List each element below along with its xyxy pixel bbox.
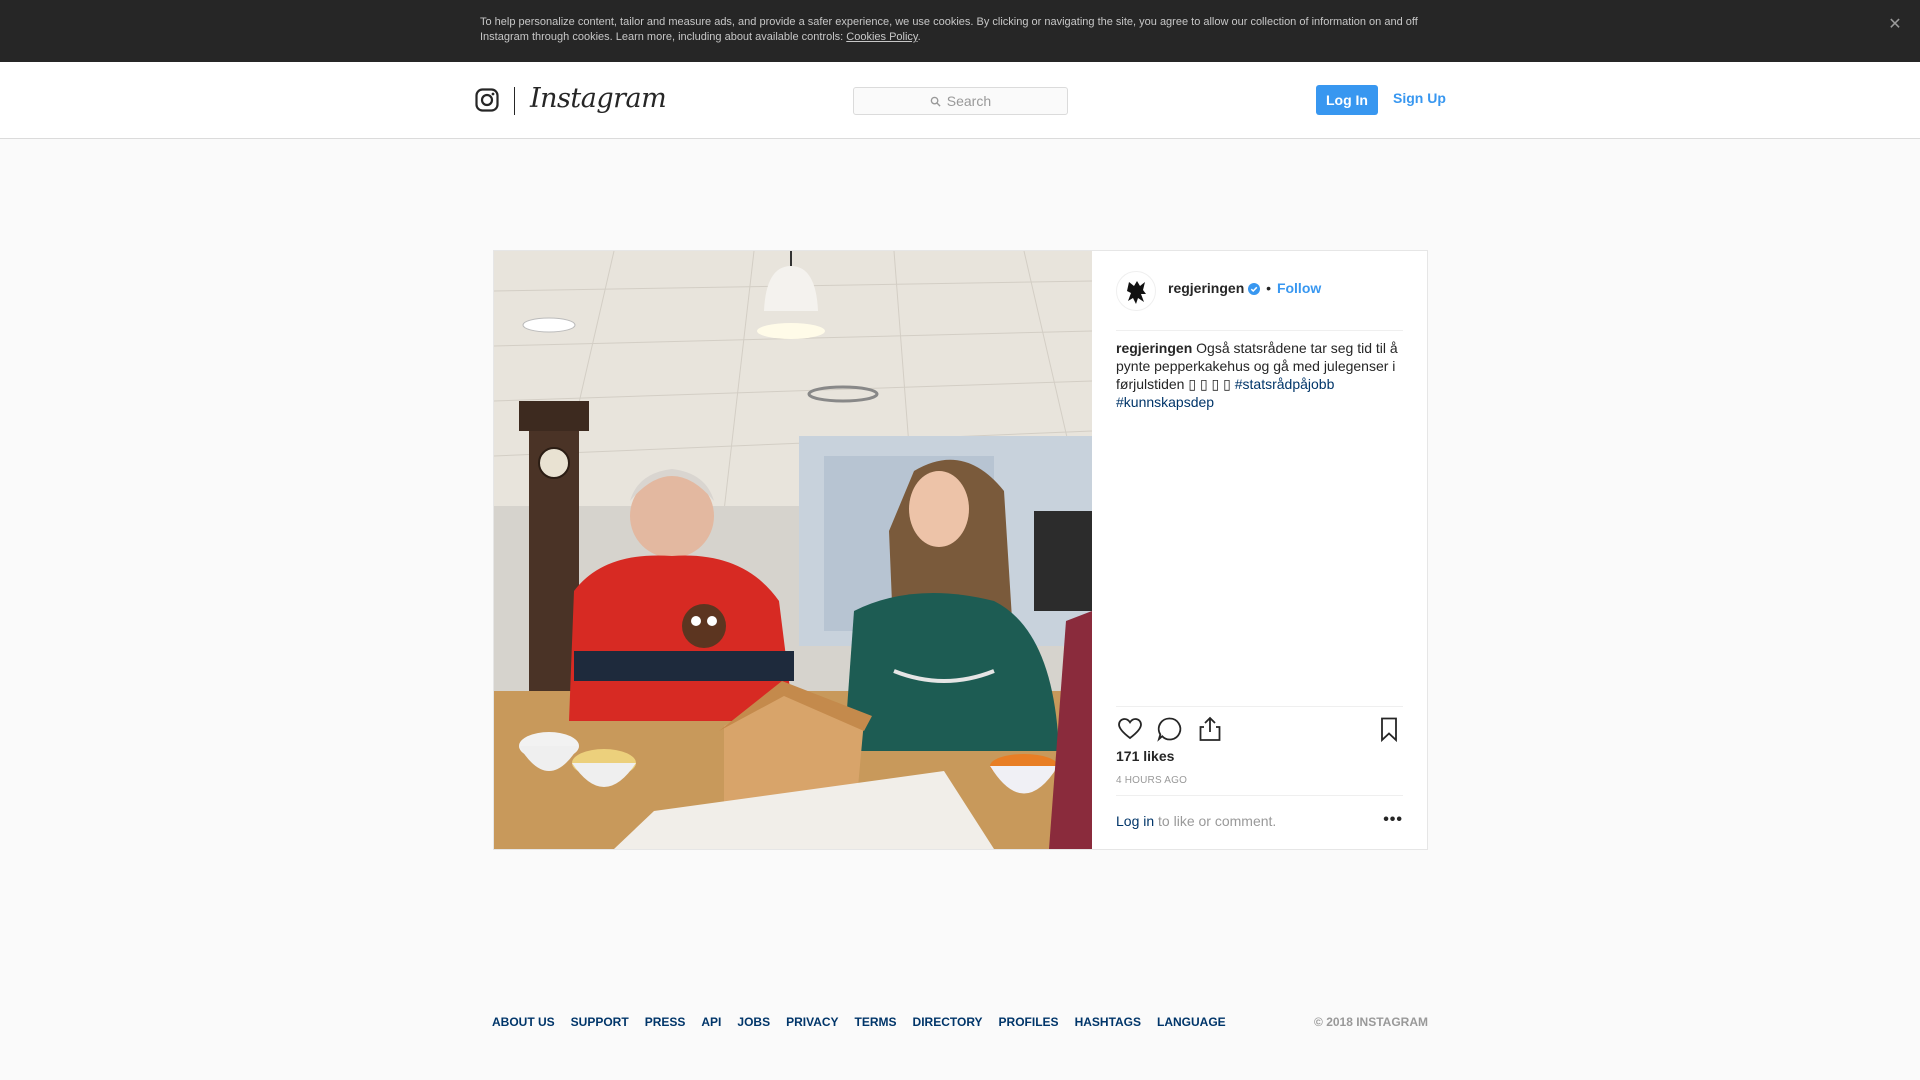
footer-link-privacy[interactable]: PRIVACY [786, 1015, 838, 1029]
cookie-banner: To help personalize content, tailor and … [0, 0, 1920, 62]
likes-count[interactable]: 171 likes [1116, 748, 1174, 764]
heart-icon[interactable] [1116, 715, 1144, 743]
footer-link-language[interactable]: LANGUAGE [1157, 1015, 1226, 1029]
footer-link-about-us[interactable]: ABOUT US [492, 1015, 555, 1029]
login-button[interactable]: Log In [1316, 85, 1378, 115]
hashtag-link[interactable]: #kunnskapsdep [1116, 394, 1214, 410]
footer-link-hashtags[interactable]: HASHTAGS [1075, 1015, 1141, 1029]
verified-badge-icon [1248, 283, 1261, 295]
footer: ABOUT US SUPPORT PRESS API JOBS PRIVACY TERMS D… [492, 1015, 1428, 1029]
hashtag-link[interactable]: #statsrådpåjobb [1235, 376, 1335, 392]
avatar[interactable] [1116, 271, 1156, 311]
post-actions: 171 likes 4 HOURS AGO [1116, 706, 1403, 786]
copyright: © 2018 INSTAGRAM [1314, 1015, 1428, 1029]
instagram-glyph-icon[interactable] [475, 88, 499, 112]
cookie-text: To help personalize content, tailor and … [480, 16, 1418, 43]
footer-link-terms[interactable]: TERMS [855, 1015, 897, 1029]
footer-link-jobs[interactable]: JOBS [737, 1015, 770, 1029]
search-icon [930, 96, 941, 107]
instagram-wordmark[interactable]: Instagram [530, 83, 667, 114]
footer-link-support[interactable]: SUPPORT [571, 1015, 629, 1029]
cookies-policy-link[interactable]: Cookies Policy [846, 31, 917, 43]
post-caption: regjeringen Også statsrådene tar seg tid… [1116, 339, 1403, 411]
comment-prompt: Log in to like or comment. [1116, 813, 1276, 829]
comment-prompt-text: to like or comment. [1154, 813, 1277, 829]
more-options-icon[interactable]: ••• [1383, 811, 1403, 829]
logo-divider [514, 87, 515, 115]
post-timestamp[interactable]: 4 HOURS AGO [1116, 775, 1187, 786]
caption-username[interactable]: regjeringen [1116, 340, 1192, 356]
footer-link-profiles[interactable]: PROFILES [999, 1015, 1059, 1029]
username-link[interactable]: regjeringen [1168, 280, 1244, 296]
bookmark-icon[interactable] [1375, 715, 1403, 743]
close-icon[interactable]: ✕ [1886, 16, 1904, 34]
comment-bar: Log in to like or comment. ••• [1116, 795, 1403, 849]
coat-of-arms-icon [1127, 281, 1146, 304]
comment-icon[interactable] [1156, 715, 1184, 743]
post-header: regjeringen • Follow [1116, 251, 1403, 331]
footer-link-press[interactable]: PRESS [645, 1015, 686, 1029]
cookie-banner-text: To help personalize content, tailor and … [480, 16, 1418, 43]
signup-link[interactable]: Sign Up [1393, 90, 1446, 106]
post-photo-illustration [494, 251, 1092, 849]
share-icon[interactable] [1196, 715, 1224, 743]
post-photo[interactable] [494, 251, 1092, 849]
login-link[interactable]: Log in [1116, 813, 1154, 829]
search-placeholder: Search [946, 93, 992, 109]
footer-link-api[interactable]: API [701, 1015, 721, 1029]
separator-dot: • [1266, 280, 1272, 296]
top-nav: Instagram Search Log In Sign Up [0, 62, 1920, 139]
post-card: regjeringen • Follow regjeringen Også st… [493, 250, 1428, 850]
footer-links: ABOUT US SUPPORT PRESS API JOBS PRIVACY TERMS D… [492, 1015, 1242, 1029]
search-input[interactable]: Search [853, 87, 1068, 115]
footer-link-directory[interactable]: DIRECTORY [913, 1015, 983, 1029]
post-sidebar: regjeringen • Follow regjeringen Også st… [1092, 251, 1427, 849]
follow-button[interactable]: Follow [1277, 280, 1321, 296]
